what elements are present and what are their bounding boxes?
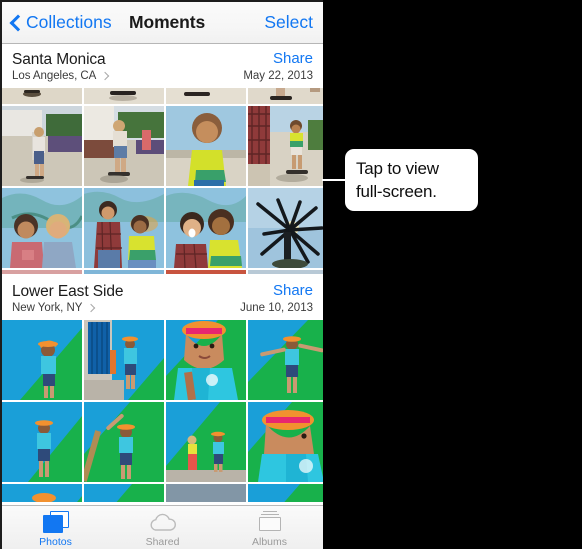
photo-thumbnail[interactable] bbox=[84, 484, 164, 502]
photo-thumbnail[interactable] bbox=[166, 88, 246, 104]
tab-shared[interactable]: Shared bbox=[109, 506, 216, 549]
tab-shared-label: Shared bbox=[145, 535, 180, 548]
photo-thumbnail[interactable] bbox=[84, 188, 164, 268]
moment-title: Santa Monica bbox=[12, 51, 106, 68]
photo-thumbnail[interactable] bbox=[2, 402, 82, 482]
moment-location: New York, NY bbox=[12, 302, 83, 314]
share-button[interactable]: Share bbox=[273, 282, 313, 299]
moment-header-lower-east-side: Lower East Side New York, NY Share June … bbox=[2, 274, 323, 320]
photo-thumbnail[interactable] bbox=[166, 402, 246, 482]
tab-albums-label: Albums bbox=[251, 535, 287, 548]
photo-thumbnail[interactable] bbox=[84, 106, 164, 186]
photo-thumbnail[interactable] bbox=[2, 320, 82, 400]
screenshot-stage: Collections Moments Select Santa Monica … bbox=[0, 0, 582, 549]
photo-thumbnail[interactable] bbox=[248, 320, 323, 400]
photo-thumbnail[interactable] bbox=[248, 106, 323, 186]
phone-screen: Collections Moments Select Santa Monica … bbox=[0, 0, 323, 549]
tab-albums[interactable]: Albums bbox=[216, 506, 323, 549]
callout-line-2: full-screen. bbox=[356, 182, 437, 201]
callout-line-1: Tap to view bbox=[356, 159, 439, 178]
tab-bar: Photos Shared Albums bbox=[2, 505, 323, 549]
photo-thumbnail[interactable] bbox=[84, 320, 164, 400]
chevron-right-icon bbox=[87, 303, 96, 313]
photo-grid bbox=[2, 320, 323, 400]
photo-thumbnail[interactable] bbox=[166, 320, 246, 400]
chevron-right-icon bbox=[101, 71, 110, 81]
photo-thumbnail[interactable] bbox=[84, 402, 164, 482]
photo-thumbnail[interactable] bbox=[248, 188, 323, 268]
navigation-bar: Collections Moments Select bbox=[2, 2, 323, 44]
back-button[interactable]: Collections bbox=[10, 12, 112, 33]
leader-line bbox=[322, 179, 347, 181]
photo-thumbnail[interactable] bbox=[2, 484, 82, 502]
tab-photos-label: Photos bbox=[39, 535, 72, 548]
albums-icon bbox=[258, 510, 282, 534]
photos-icon bbox=[42, 510, 69, 534]
back-button-label: Collections bbox=[26, 12, 112, 32]
share-button[interactable]: Share bbox=[273, 50, 313, 67]
photo-grid bbox=[2, 106, 323, 186]
photo-thumbnail[interactable] bbox=[166, 484, 246, 502]
chevron-left-icon bbox=[10, 14, 21, 32]
photo-thumbnail[interactable] bbox=[84, 88, 164, 104]
photo-thumbnail[interactable] bbox=[248, 88, 323, 104]
moment-date: June 10, 2013 bbox=[240, 302, 313, 314]
photo-grid bbox=[2, 188, 323, 268]
photo-thumbnail[interactable] bbox=[248, 484, 323, 502]
moment-header-santa-monica: Santa Monica Los Angeles, CA Share May 2… bbox=[2, 44, 323, 88]
photo-thumbnail[interactable] bbox=[2, 188, 82, 268]
photo-grid bbox=[2, 88, 323, 104]
moments-scroll-area[interactable]: Santa Monica Los Angeles, CA Share May 2… bbox=[2, 44, 323, 507]
callout-bubble: Tap to view full-screen. bbox=[345, 149, 478, 211]
photo-thumbnail[interactable] bbox=[2, 106, 82, 186]
photo-grid bbox=[2, 484, 323, 502]
photo-thumbnail[interactable] bbox=[166, 188, 246, 268]
page-title: Moments bbox=[129, 12, 206, 32]
tab-photos[interactable]: Photos bbox=[2, 506, 109, 549]
photo-thumbnail[interactable] bbox=[166, 106, 246, 186]
photo-grid bbox=[2, 402, 323, 482]
photo-thumbnail[interactable] bbox=[248, 402, 323, 482]
photo-grid-row-clipped bbox=[2, 88, 323, 104]
moment-title: Lower East Side bbox=[12, 283, 124, 300]
select-button[interactable]: Select bbox=[264, 12, 313, 33]
moment-date: May 22, 2013 bbox=[243, 70, 313, 82]
moment-location: Los Angeles, CA bbox=[12, 70, 97, 82]
photo-thumbnail[interactable] bbox=[2, 88, 82, 104]
photo-grid-row-clipped bbox=[2, 484, 323, 502]
cloud-icon bbox=[148, 510, 178, 534]
